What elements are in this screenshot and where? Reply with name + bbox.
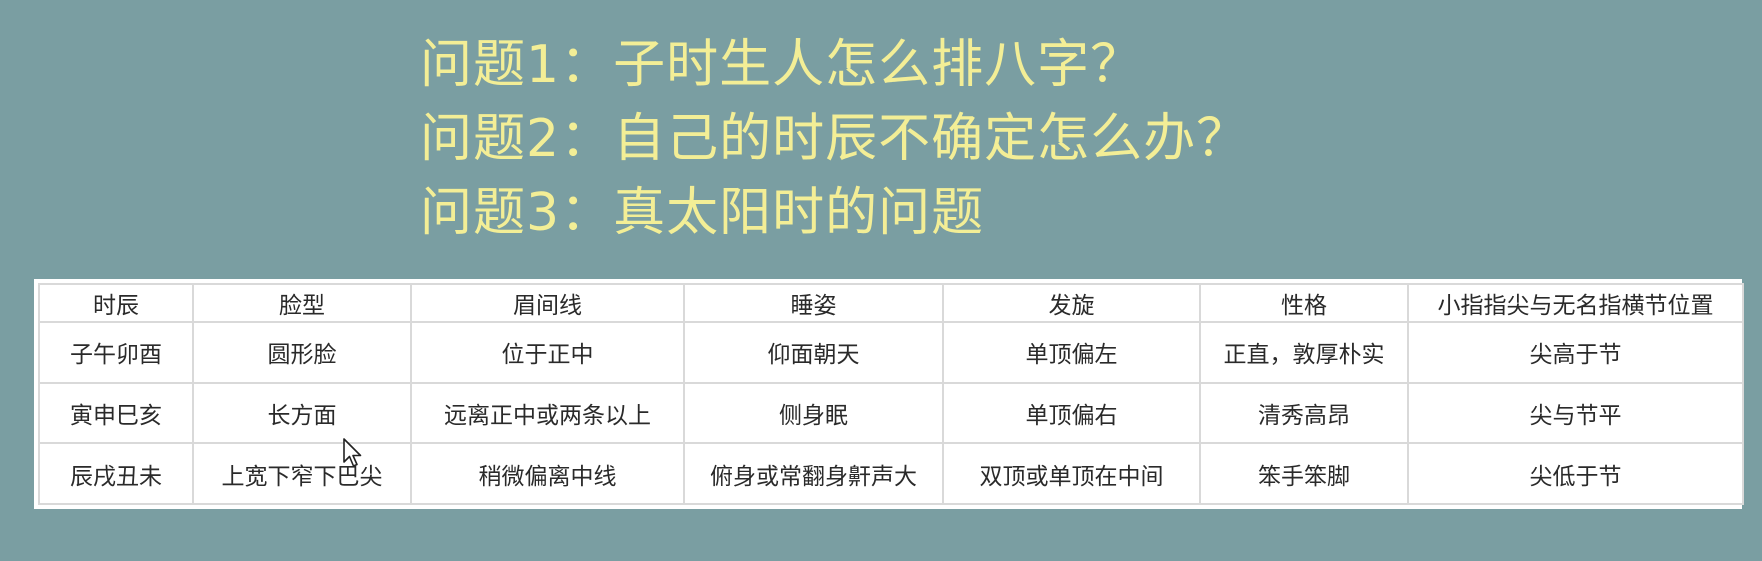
header-cell: 小指指尖与无名指横节位置 xyxy=(1407,283,1744,323)
table-header-row: 时辰 脸型 眉间线 睡姿 发旋 性格 小指指尖与无名指横节位置 xyxy=(38,283,1744,323)
table-cell: 上宽下窄下巴尖 xyxy=(192,442,412,505)
question-1: 问题1：子时生人怎么排八字？ xyxy=(420,35,1144,95)
table-cell: 长方面 xyxy=(192,381,412,445)
table-row: 辰戌丑未 上宽下窄下巴尖 稍微偏离中线 俯身或常翻身鼾声大 双顶或单顶在中间 笨… xyxy=(38,442,1744,505)
table-row: 寅申巳亥 长方面 远离正中或两条以上 侧身眠 单顶偏右 清秀高昂 尖与节平 xyxy=(38,381,1744,445)
table-cell: 仰面朝天 xyxy=(683,321,944,384)
shichen-traits-table-container: 时辰 脸型 眉间线 睡姿 发旋 性格 小指指尖与无名指横节位置 子午卯酉 圆形脸… xyxy=(34,279,1744,509)
table-cell: 尖高于节 xyxy=(1407,321,1744,384)
table-cell: 单顶偏右 xyxy=(942,381,1201,445)
table-cell: 圆形脸 xyxy=(192,321,412,384)
table-cell: 位于正中 xyxy=(410,321,685,384)
table-cell: 远离正中或两条以上 xyxy=(410,381,685,445)
table-cell: 清秀高昂 xyxy=(1199,381,1409,445)
table-cell: 双顶或单顶在中间 xyxy=(942,442,1201,505)
table-cell: 尖低于节 xyxy=(1407,442,1744,505)
mouse-pointer-icon xyxy=(343,438,362,467)
question-list: 问题1：子时生人怎么排八字？ 问题2：自己的时辰不确定怎么办？ 问题3：真太阳时… xyxy=(420,28,1249,250)
question-3: 问题3：真太阳时的问题 xyxy=(420,183,985,243)
header-cell: 性格 xyxy=(1199,283,1409,323)
table-cell: 侧身眠 xyxy=(683,381,944,445)
header-cell: 发旋 xyxy=(942,283,1201,323)
table-cell: 笨手笨脚 xyxy=(1199,442,1409,505)
table-cell: 正直，敦厚朴实 xyxy=(1199,321,1409,384)
header-cell: 脸型 xyxy=(192,283,412,323)
table-cell: 寅申巳亥 xyxy=(38,381,194,445)
table-cell: 辰戌丑未 xyxy=(38,442,194,505)
shichen-traits-table: 时辰 脸型 眉间线 睡姿 发旋 性格 小指指尖与无名指横节位置 子午卯酉 圆形脸… xyxy=(38,283,1744,505)
table-cell: 子午卯酉 xyxy=(38,321,194,384)
table-cell: 单顶偏左 xyxy=(942,321,1201,384)
table-cell: 尖与节平 xyxy=(1407,381,1744,445)
table-row: 子午卯酉 圆形脸 位于正中 仰面朝天 单顶偏左 正直，敦厚朴实 尖高于节 xyxy=(38,321,1744,384)
table-cell: 俯身或常翻身鼾声大 xyxy=(683,442,944,505)
table-cell: 稍微偏离中线 xyxy=(410,442,685,505)
header-cell: 眉间线 xyxy=(410,283,685,323)
question-2: 问题2：自己的时辰不确定怎么办？ xyxy=(420,109,1250,169)
header-cell: 时辰 xyxy=(38,283,194,323)
header-cell: 睡姿 xyxy=(683,283,944,323)
